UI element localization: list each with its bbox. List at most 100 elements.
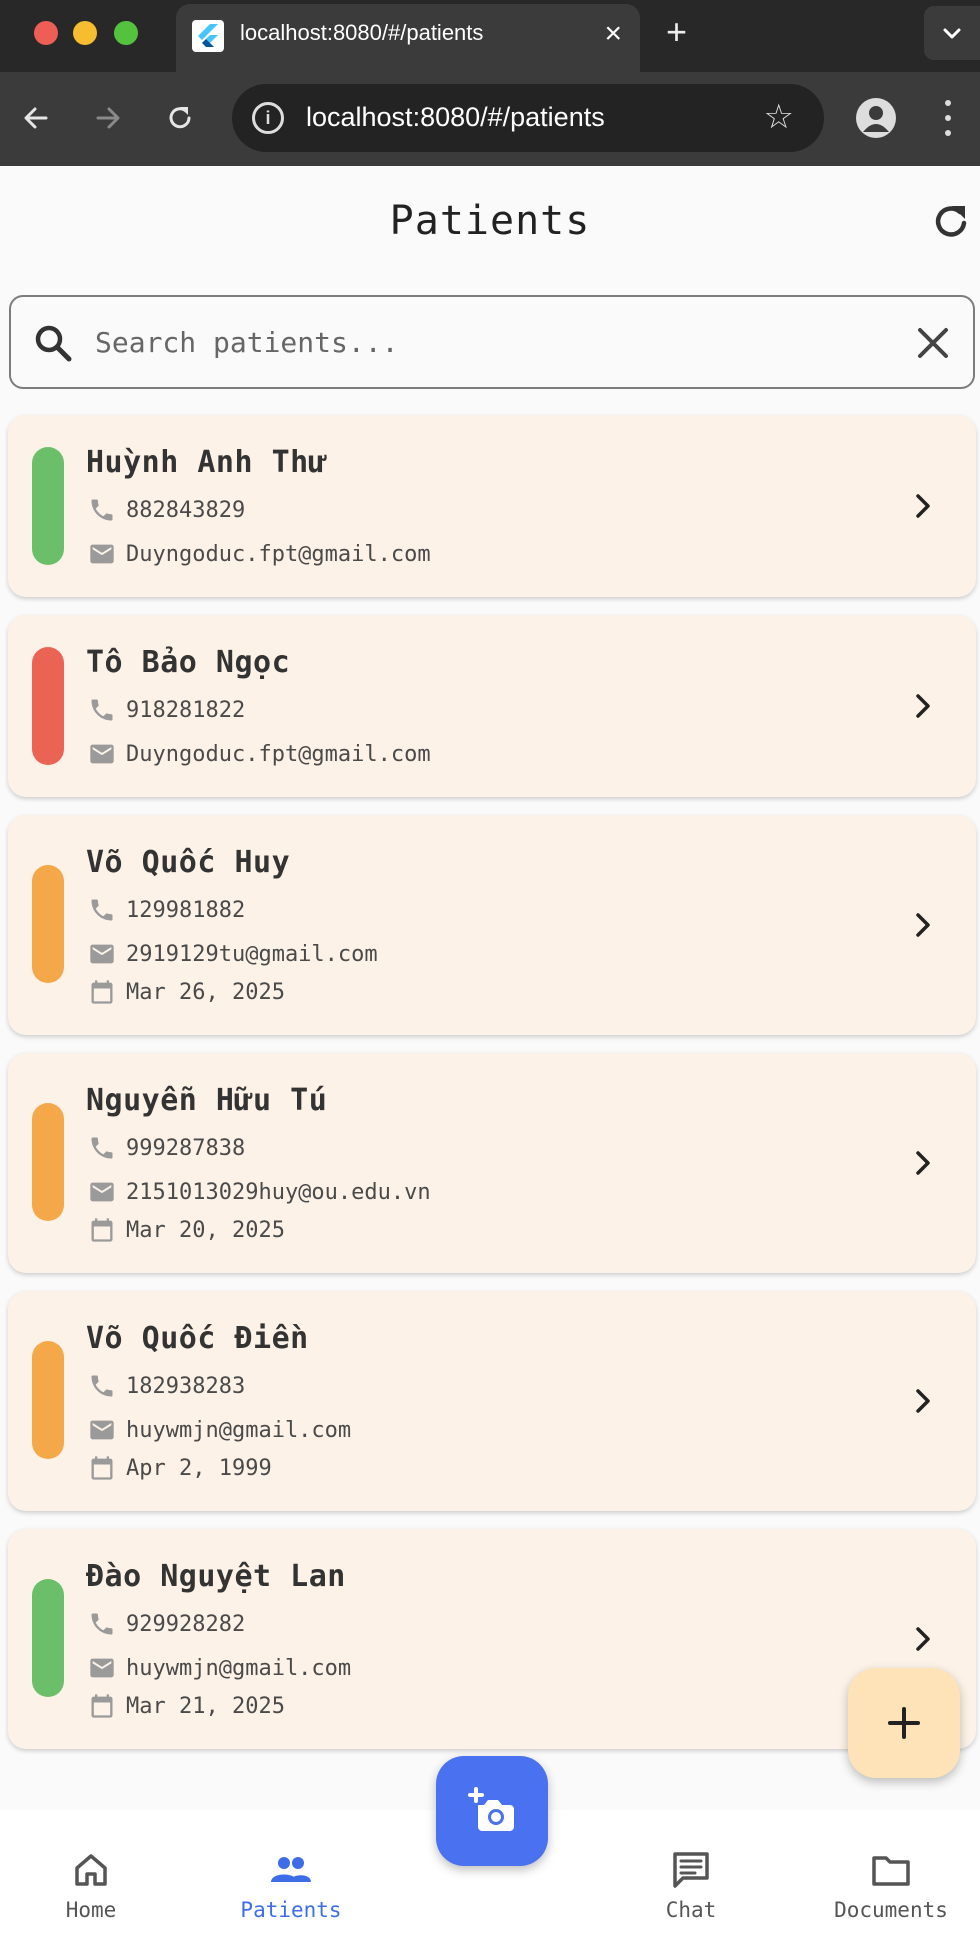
- nav-patients[interactable]: Patients: [211, 1848, 371, 1922]
- patient-name: Võ Quốc Điền: [86, 1321, 309, 1356]
- plus-icon: [888, 1707, 920, 1739]
- calendar-icon: [91, 980, 113, 1004]
- calendar-icon: [91, 1694, 113, 1718]
- patient-date: Apr 2, 1999: [126, 1455, 272, 1481]
- patient-card[interactable]: Võ Quốc Điền 182938283 huywmjn@gmail.com…: [8, 1291, 976, 1511]
- calendar-icon: [91, 1456, 113, 1480]
- arrow-right-icon: [96, 107, 120, 129]
- chevron-down-icon: [943, 28, 961, 39]
- nav-documents[interactable]: Documents: [811, 1848, 971, 1922]
- patient-email: 2151013029huy@ou.edu.vn: [126, 1179, 431, 1205]
- calendar-icon: [91, 1218, 113, 1242]
- patient-phone: 882843829: [126, 497, 246, 523]
- new-tab-button[interactable]: +: [666, 12, 687, 52]
- back-button[interactable]: [18, 100, 54, 136]
- chat-icon: [673, 1852, 709, 1888]
- patient-name: Võ Quốc Huy: [86, 845, 291, 880]
- browser-menu-icon[interactable]: [944, 100, 952, 136]
- tab-close-icon[interactable]: ×: [604, 18, 622, 50]
- tab-search-button[interactable]: [924, 6, 980, 60]
- email-row: Duyngoduc.fpt@gmail.com: [88, 539, 431, 569]
- phone-row: 182938283: [88, 1371, 245, 1401]
- browser-tab-bar: localhost:8080/#/patients × +: [0, 0, 980, 72]
- chevron-right-icon[interactable]: [906, 1622, 940, 1656]
- email-row: 2919129tu@gmail.com: [88, 939, 378, 969]
- phone-icon: [91, 499, 113, 521]
- browser-tab[interactable]: localhost:8080/#/patients ×: [176, 4, 640, 72]
- site-info-icon[interactable]: i: [252, 102, 284, 134]
- patient-card[interactable]: Võ Quốc Huy 129981882 2919129tu@gmail.co…: [8, 815, 976, 1035]
- nav-chat[interactable]: Chat: [611, 1848, 771, 1922]
- patient-name: Tô Bảo Ngọc: [86, 645, 291, 680]
- patient-card[interactable]: Huỳnh Anh Thư 882843829 Duyngoduc.fpt@gm…: [8, 415, 976, 597]
- window-minimize-button[interactable]: [73, 21, 97, 45]
- patient-card[interactable]: Đào Nguyệt Lan 929928282 huywmjn@gmail.c…: [8, 1529, 976, 1749]
- profile-avatar[interactable]: [856, 98, 896, 138]
- browser-toolbar: i localhost:8080/#/patients ☆: [0, 72, 980, 166]
- phone-row: 929928282: [88, 1609, 245, 1639]
- address-url[interactable]: localhost:8080/#/patients: [306, 102, 605, 133]
- patient-card[interactable]: Tô Bảo Ngọc 918281822 Duyngoduc.fpt@gmai…: [8, 615, 976, 797]
- patient-date: Mar 20, 2025: [126, 1217, 285, 1243]
- search-input[interactable]: [95, 319, 875, 365]
- patient-phone: 999287838: [126, 1135, 246, 1161]
- bookmark-star-icon[interactable]: ☆: [764, 98, 794, 136]
- window-zoom-button[interactable]: [114, 21, 138, 45]
- patient-name: Nguyễn Hữu Tú: [86, 1083, 328, 1118]
- patient-email: 2919129tu@gmail.com: [126, 941, 378, 967]
- tab-title: localhost:8080/#/patients: [240, 20, 484, 45]
- status-indicator: [32, 1579, 64, 1697]
- chevron-right-icon[interactable]: [906, 908, 940, 942]
- patient-date: Mar 26, 2025: [126, 979, 285, 1005]
- phone-row: 882843829: [88, 495, 245, 525]
- patient-phone: 182938283: [126, 1373, 246, 1399]
- phone-row: 999287838: [88, 1133, 245, 1163]
- mail-icon: [90, 544, 114, 564]
- mail-icon: [90, 1182, 114, 1202]
- nav-home[interactable]: Home: [11, 1848, 171, 1922]
- search-bar: [9, 295, 975, 389]
- close-icon[interactable]: [911, 321, 955, 365]
- email-row: 2151013029huy@ou.edu.vn: [88, 1177, 431, 1207]
- phone-icon: [91, 1137, 113, 1159]
- patient-email: Duyngoduc.fpt@gmail.com: [126, 741, 431, 767]
- status-indicator: [32, 647, 64, 765]
- address-bar[interactable]: i localhost:8080/#/patients ☆: [232, 84, 824, 152]
- patient-email: huywmjn@gmail.com: [126, 1655, 352, 1681]
- chevron-right-icon[interactable]: [906, 1146, 940, 1180]
- add-patient-button[interactable]: [848, 1668, 960, 1778]
- status-indicator: [32, 1103, 64, 1221]
- reload-icon: [169, 107, 191, 129]
- chevron-right-icon[interactable]: [906, 1384, 940, 1418]
- phone-icon: [91, 699, 113, 721]
- patient-card[interactable]: Nguyễn Hữu Tú 999287838 2151013029huy@ou…: [8, 1053, 976, 1273]
- email-row: Duyngoduc.fpt@gmail.com: [88, 739, 431, 769]
- date-row: Mar 26, 2025: [88, 977, 285, 1007]
- chevron-right-icon[interactable]: [906, 489, 940, 523]
- phone-icon: [91, 899, 113, 921]
- phone-row: 918281822: [88, 695, 245, 725]
- date-row: Mar 20, 2025: [88, 1215, 285, 1245]
- date-row: Mar 21, 2025: [88, 1691, 285, 1721]
- scan-document-button[interactable]: [436, 1756, 548, 1866]
- refresh-icon[interactable]: [930, 200, 974, 244]
- status-indicator: [32, 447, 64, 565]
- person-icon: [863, 106, 889, 132]
- reload-button[interactable]: [162, 100, 198, 136]
- patient-email: huywmjn@gmail.com: [126, 1417, 352, 1443]
- phone-row: 129981882: [88, 895, 245, 925]
- mail-icon: [90, 1658, 114, 1678]
- patient-phone: 129981882: [126, 897, 246, 923]
- arrow-left-icon: [24, 107, 48, 129]
- page-title: Patients: [389, 198, 591, 244]
- window-close-button[interactable]: [34, 21, 58, 45]
- chevron-right-icon[interactable]: [906, 689, 940, 723]
- forward-button[interactable]: [90, 100, 126, 136]
- phone-icon: [91, 1613, 113, 1635]
- phone-icon: [91, 1375, 113, 1397]
- patient-phone: 918281822: [126, 697, 246, 723]
- mail-icon: [90, 944, 114, 964]
- search-icon: [35, 325, 72, 362]
- people-icon: [271, 1857, 311, 1882]
- folder-icon: [872, 1856, 910, 1886]
